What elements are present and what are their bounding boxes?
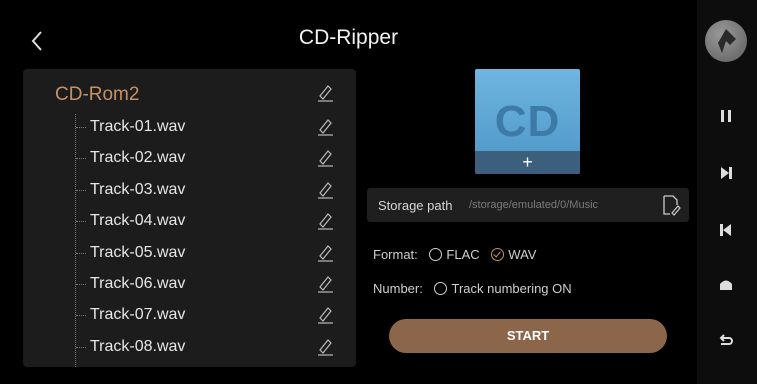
track-item[interactable]: Track-07.wav <box>90 306 185 324</box>
cover-cd-text: CD <box>494 97 561 146</box>
edit-icon[interactable] <box>315 273 335 293</box>
track-item[interactable]: Track-08.wav <box>90 338 185 356</box>
edit-icon[interactable] <box>315 82 335 102</box>
system-sidebar <box>697 0 757 384</box>
edit-icon[interactable] <box>315 210 335 230</box>
cd-ripper-screen: CD-Ripper CD-Rom2 Track-01.wav Track-02.… <box>0 0 697 384</box>
track-numbering-label: Track numbering ON <box>451 281 572 296</box>
number-label: Number: <box>373 281 423 296</box>
radio-unchecked-icon <box>434 282 448 295</box>
add-cover-button[interactable]: + <box>475 151 580 174</box>
page-title: CD-Ripper <box>298 26 399 49</box>
track-item[interactable]: Track-03.wav <box>90 181 185 199</box>
storage-path-label: Storage path <box>378 198 453 213</box>
track-item[interactable]: Track-06.wav <box>90 275 185 293</box>
track-tree-panel: CD-Rom2 Track-01.wav Track-02.wav Track-… <box>23 69 356 367</box>
tree-connector <box>75 114 76 367</box>
start-button[interactable]: START <box>389 319 667 353</box>
number-row: Number: Track numbering ON <box>373 281 572 296</box>
tree-branch <box>76 221 86 222</box>
format-option-wav[interactable]: WAV <box>491 247 536 262</box>
edit-icon[interactable] <box>315 179 335 199</box>
tree-branch <box>76 315 86 316</box>
format-option-flac[interactable]: FLAC <box>429 247 480 262</box>
storage-path-value: /storage/emulated/0/Music <box>469 199 599 211</box>
cd-cover-art: CD + <box>475 69 580 174</box>
edit-icon[interactable] <box>315 304 335 324</box>
edit-icon[interactable] <box>315 336 335 356</box>
tree-branch <box>76 284 86 285</box>
edit-icon[interactable] <box>315 242 335 262</box>
tree-root-label[interactable]: CD-Rom2 <box>55 84 139 106</box>
next-track-icon[interactable] <box>715 162 737 184</box>
previous-track-icon[interactable] <box>715 219 737 241</box>
track-numbering-option[interactable]: Track numbering ON <box>434 281 572 296</box>
radio-unchecked-icon <box>429 248 443 261</box>
track-item[interactable]: Track-01.wav <box>90 118 185 136</box>
tree-branch <box>76 158 86 159</box>
track-item[interactable]: Track-04.wav <box>90 212 185 230</box>
tree-branch <box>76 253 86 254</box>
app-logo-icon[interactable] <box>705 20 747 62</box>
format-option-label: WAV <box>508 247 537 262</box>
edit-icon[interactable] <box>315 116 335 136</box>
format-option-label: FLAC <box>446 247 480 262</box>
edit-icon[interactable] <box>315 147 335 167</box>
track-item[interactable]: Track-02.wav <box>90 149 185 167</box>
tree-branch <box>76 190 86 191</box>
tree-branch <box>76 127 86 128</box>
format-label: Format: <box>373 247 418 262</box>
tree-branch <box>76 347 86 348</box>
radio-checked-icon <box>491 248 505 261</box>
storage-path-field[interactable]: Storage path /storage/emulated/0/Music <box>367 188 689 222</box>
edit-file-icon[interactable] <box>660 194 682 216</box>
pause-icon[interactable] <box>715 105 737 127</box>
track-item[interactable]: Track-05.wav <box>90 244 185 262</box>
home-icon[interactable] <box>715 274 737 296</box>
return-icon[interactable] <box>715 330 737 352</box>
format-row: Format: FLAC WAV <box>373 247 536 262</box>
